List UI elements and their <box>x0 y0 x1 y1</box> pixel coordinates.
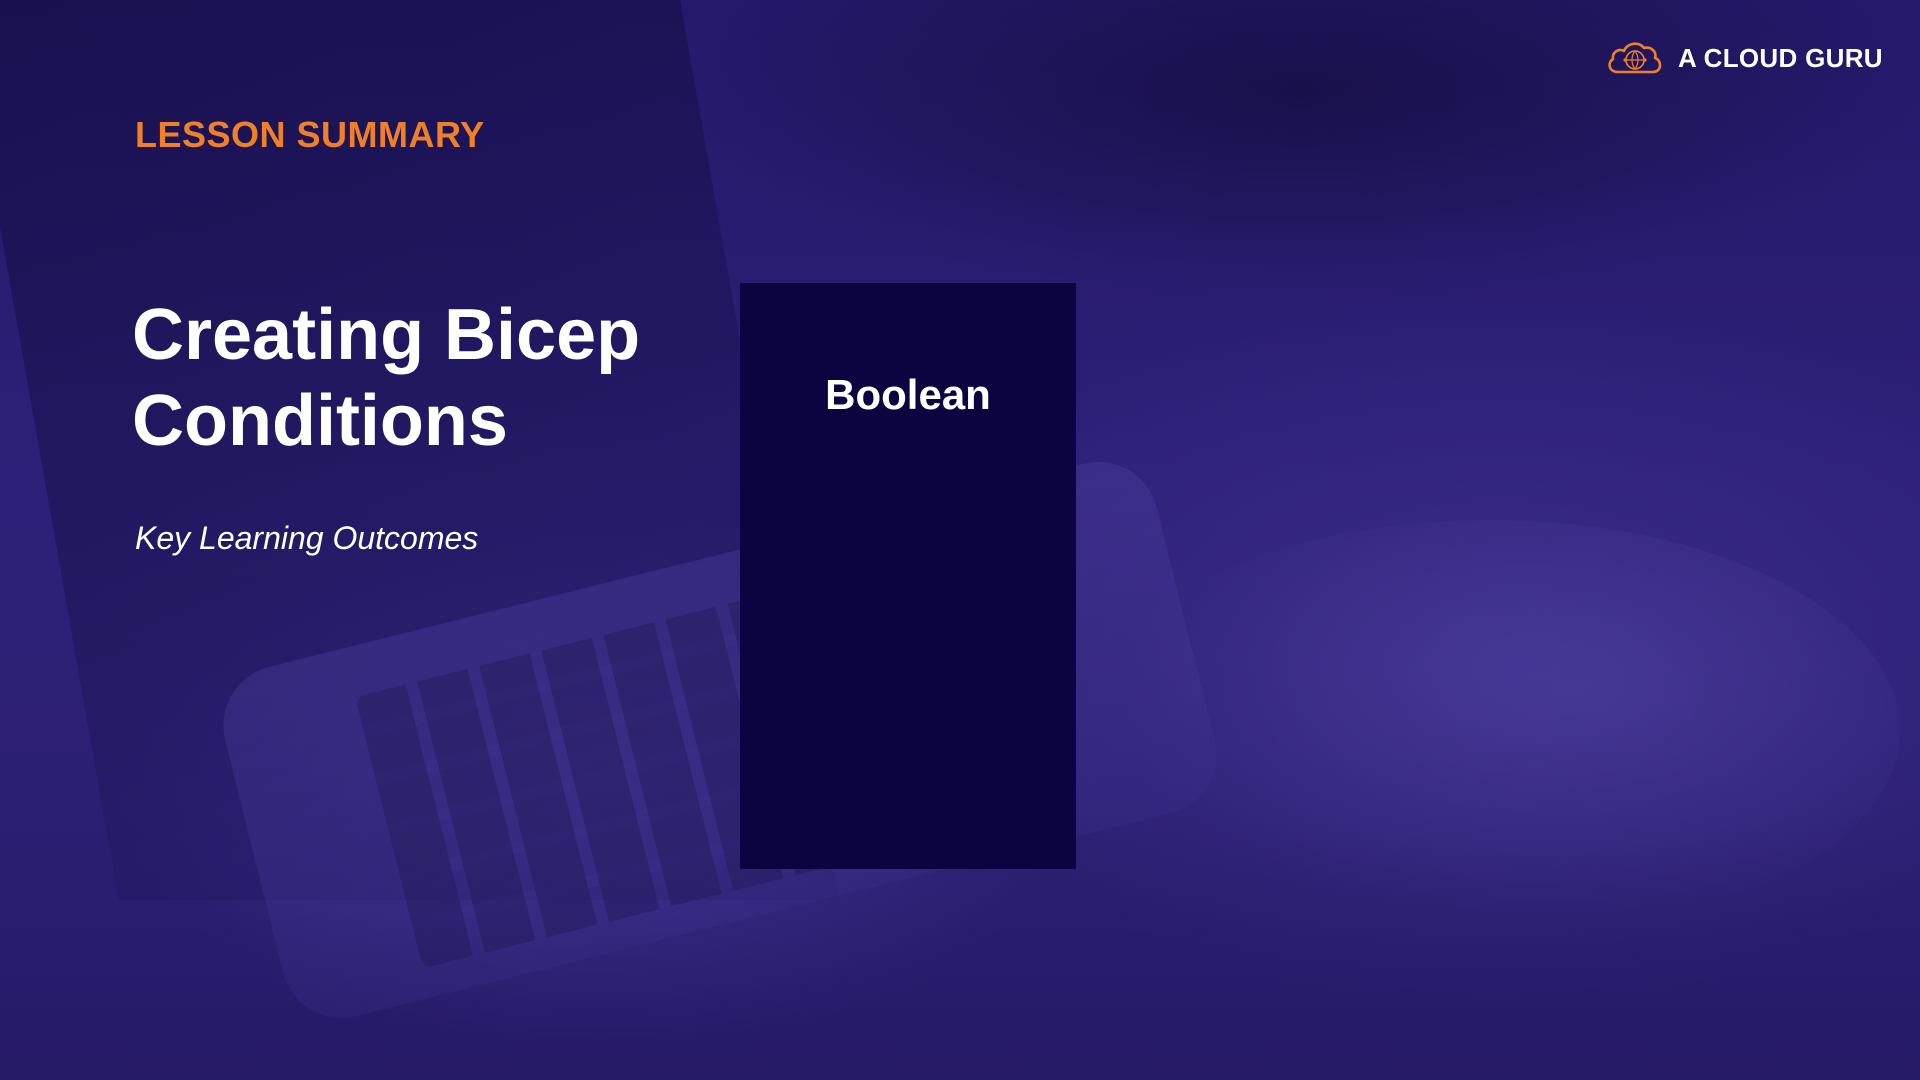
slide-subtitle: Key Learning Outcomes <box>135 520 479 556</box>
boolean-card: Boolean <box>740 283 1076 869</box>
cloud-logo-icon <box>1608 42 1662 74</box>
card-label: Boolean <box>825 371 991 418</box>
slide-title: Creating Bicep Conditions <box>132 295 641 461</box>
section-label: LESSON SUMMARY <box>135 114 485 155</box>
brand-name: A CLOUD GURU <box>1678 42 1883 73</box>
brand-logo: A CLOUD GURU <box>1604 36 1883 80</box>
hand-shape <box>1080 520 1900 940</box>
